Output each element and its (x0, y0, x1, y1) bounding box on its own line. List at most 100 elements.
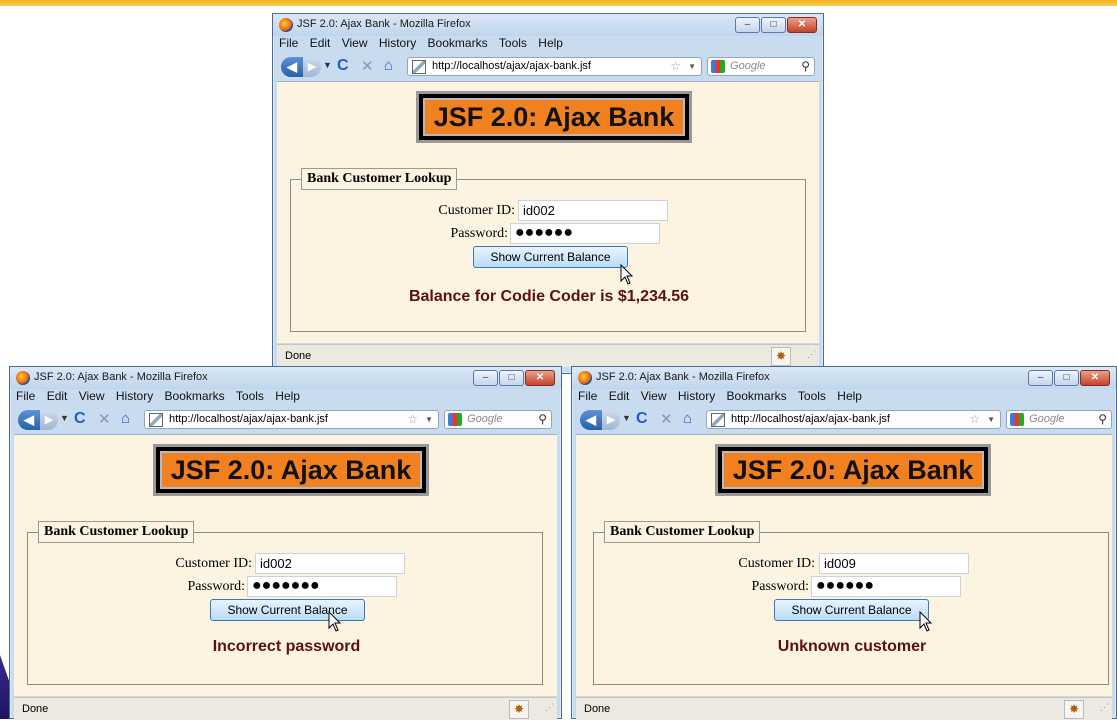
fieldset-legend: Bank Customer Lookup (301, 168, 458, 190)
menu-file[interactable]: File (279, 36, 298, 50)
menu-edit[interactable]: Edit (47, 389, 68, 403)
search-box[interactable]: Google ⚲ (707, 57, 815, 76)
resize-grip-icon[interactable]: ⋰ (807, 343, 816, 365)
close-button[interactable]: ✕ (787, 17, 817, 33)
page-favicon (412, 60, 426, 74)
history-dropdown-icon[interactable]: ▼ (622, 413, 631, 423)
status-bar: Done ✸ ⋰ (576, 697, 1112, 720)
password-input[interactable]: ●●●●●●● (247, 576, 397, 597)
forward-icon[interactable]: ▶ (303, 57, 321, 77)
page-content: JSF 2.0: Ajax Bank Bank Customer Lookup … (576, 434, 1112, 696)
forward-icon[interactable]: ▶ (40, 410, 58, 430)
stop-icon[interactable]: ✕ (361, 57, 374, 75)
home-icon[interactable]: ⌂ (384, 57, 393, 74)
title-bar[interactable]: JSF 2.0: Ajax Bank - Mozilla Firefox – □… (10, 367, 561, 389)
forward-icon[interactable]: ▶ (602, 410, 620, 430)
resize-grip-icon[interactable]: ⋰ (545, 696, 554, 718)
url-dropdown-icon[interactable]: ▼ (688, 58, 696, 75)
history-dropdown-icon[interactable]: ▼ (323, 60, 332, 70)
menu-history[interactable]: History (678, 389, 715, 403)
maximize-button[interactable]: □ (761, 17, 786, 33)
menu-view[interactable]: View (342, 36, 368, 50)
minimize-button[interactable]: – (1028, 370, 1053, 386)
menu-history[interactable]: History (116, 389, 153, 403)
reload-icon[interactable]: C (636, 410, 648, 428)
search-icon[interactable]: ⚲ (801, 58, 810, 75)
menu-file[interactable]: File (16, 389, 35, 403)
history-dropdown-icon[interactable]: ▼ (60, 413, 69, 423)
menu-view[interactable]: View (79, 389, 105, 403)
back-icon[interactable]: ◀ (281, 57, 303, 77)
customer-id-label: Customer ID: (175, 556, 252, 571)
menu-help[interactable]: Help (837, 389, 862, 403)
bookmark-star-icon[interactable]: ☆ (969, 411, 980, 428)
password-input[interactable]: ●●●●●● (510, 223, 660, 244)
stop-icon[interactable]: ✕ (660, 410, 673, 428)
url-dropdown-icon[interactable]: ▼ (425, 411, 433, 428)
url-text: http://localhost/ajax/ajax-bank.jsf (731, 413, 890, 425)
reload-icon[interactable]: C (337, 57, 349, 75)
menu-tools[interactable]: Tools (798, 389, 826, 403)
search-box[interactable]: Google ⚲ (1006, 410, 1112, 429)
fieldset-legend: Bank Customer Lookup (38, 521, 195, 543)
search-icon[interactable]: ⚲ (1098, 411, 1107, 428)
close-button[interactable]: ✕ (525, 370, 555, 386)
window-title: JSF 2.0: Ajax Bank - Mozilla Firefox (34, 371, 208, 383)
browser-window-top: JSF 2.0: Ajax Bank - Mozilla Firefox – □… (272, 13, 824, 374)
firebug-icon[interactable]: ✸ (509, 700, 529, 719)
url-bar[interactable]: http://localhost/ajax/ajax-bank.jsf ☆ ▼ (144, 410, 439, 429)
google-icon[interactable] (711, 60, 725, 73)
title-bar[interactable]: JSF 2.0: Ajax Bank - Mozilla Firefox – □… (572, 367, 1116, 389)
url-bar[interactable]: http://localhost/ajax/ajax-bank.jsf ☆ ▼ (706, 410, 1001, 429)
home-icon[interactable]: ⌂ (121, 410, 130, 427)
password-label: Password: (751, 579, 809, 594)
back-icon[interactable]: ◀ (18, 410, 40, 430)
firebug-icon[interactable]: ✸ (1064, 700, 1084, 719)
title-bar[interactable]: JSF 2.0: Ajax Bank - Mozilla Firefox – □… (273, 14, 823, 36)
customer-id-input[interactable]: id009 (819, 553, 969, 574)
url-text: http://localhost/ajax/ajax-bank.jsf (432, 60, 591, 72)
google-icon[interactable] (448, 413, 462, 426)
home-icon[interactable]: ⌂ (683, 410, 692, 427)
menu-edit[interactable]: Edit (609, 389, 630, 403)
customer-id-input[interactable]: id002 (255, 553, 405, 574)
firefox-icon (578, 371, 592, 385)
customer-id-input[interactable]: id002 (518, 200, 668, 221)
reload-icon[interactable]: C (74, 410, 86, 428)
status-text: Done (285, 350, 312, 362)
menu-bookmarks[interactable]: Bookmarks (727, 389, 787, 403)
menu-file[interactable]: File (578, 389, 597, 403)
menu-edit[interactable]: Edit (310, 36, 331, 50)
menu-tools[interactable]: Tools (499, 36, 527, 50)
page-content: JSF 2.0: Ajax Bank Bank Customer Lookup … (14, 434, 557, 696)
google-icon[interactable] (1010, 413, 1024, 426)
show-balance-button[interactable]: Show Current Balance (774, 599, 929, 621)
stop-icon[interactable]: ✕ (98, 410, 111, 428)
minimize-button[interactable]: – (473, 370, 498, 386)
search-icon[interactable]: ⚲ (538, 411, 547, 428)
maximize-button[interactable]: □ (499, 370, 524, 386)
menu-history[interactable]: History (379, 36, 416, 50)
result-message: Unknown customer (777, 638, 927, 655)
menu-tools[interactable]: Tools (236, 389, 264, 403)
menu-bar: File Edit View History Bookmarks Tools H… (273, 36, 823, 54)
menu-help[interactable]: Help (538, 36, 563, 50)
minimize-button[interactable]: – (735, 17, 760, 33)
result-message: Incorrect password (212, 638, 361, 655)
menu-bookmarks[interactable]: Bookmarks (165, 389, 225, 403)
menu-bookmarks[interactable]: Bookmarks (428, 36, 488, 50)
bookmark-star-icon[interactable]: ☆ (670, 58, 681, 75)
maximize-button[interactable]: □ (1054, 370, 1079, 386)
back-icon[interactable]: ◀ (580, 410, 602, 430)
show-balance-button[interactable]: Show Current Balance (473, 246, 628, 268)
close-button[interactable]: ✕ (1080, 370, 1110, 386)
resize-grip-icon[interactable]: ⋰ (1100, 696, 1109, 718)
firebug-icon[interactable]: ✸ (771, 347, 791, 366)
menu-view[interactable]: View (641, 389, 667, 403)
bookmark-star-icon[interactable]: ☆ (407, 411, 418, 428)
url-bar[interactable]: http://localhost/ajax/ajax-bank.jsf ☆ ▼ (407, 57, 702, 76)
url-dropdown-icon[interactable]: ▼ (987, 411, 995, 428)
menu-help[interactable]: Help (275, 389, 300, 403)
search-box[interactable]: Google ⚲ (444, 410, 552, 429)
password-input[interactable]: ●●●●●● (811, 576, 961, 597)
